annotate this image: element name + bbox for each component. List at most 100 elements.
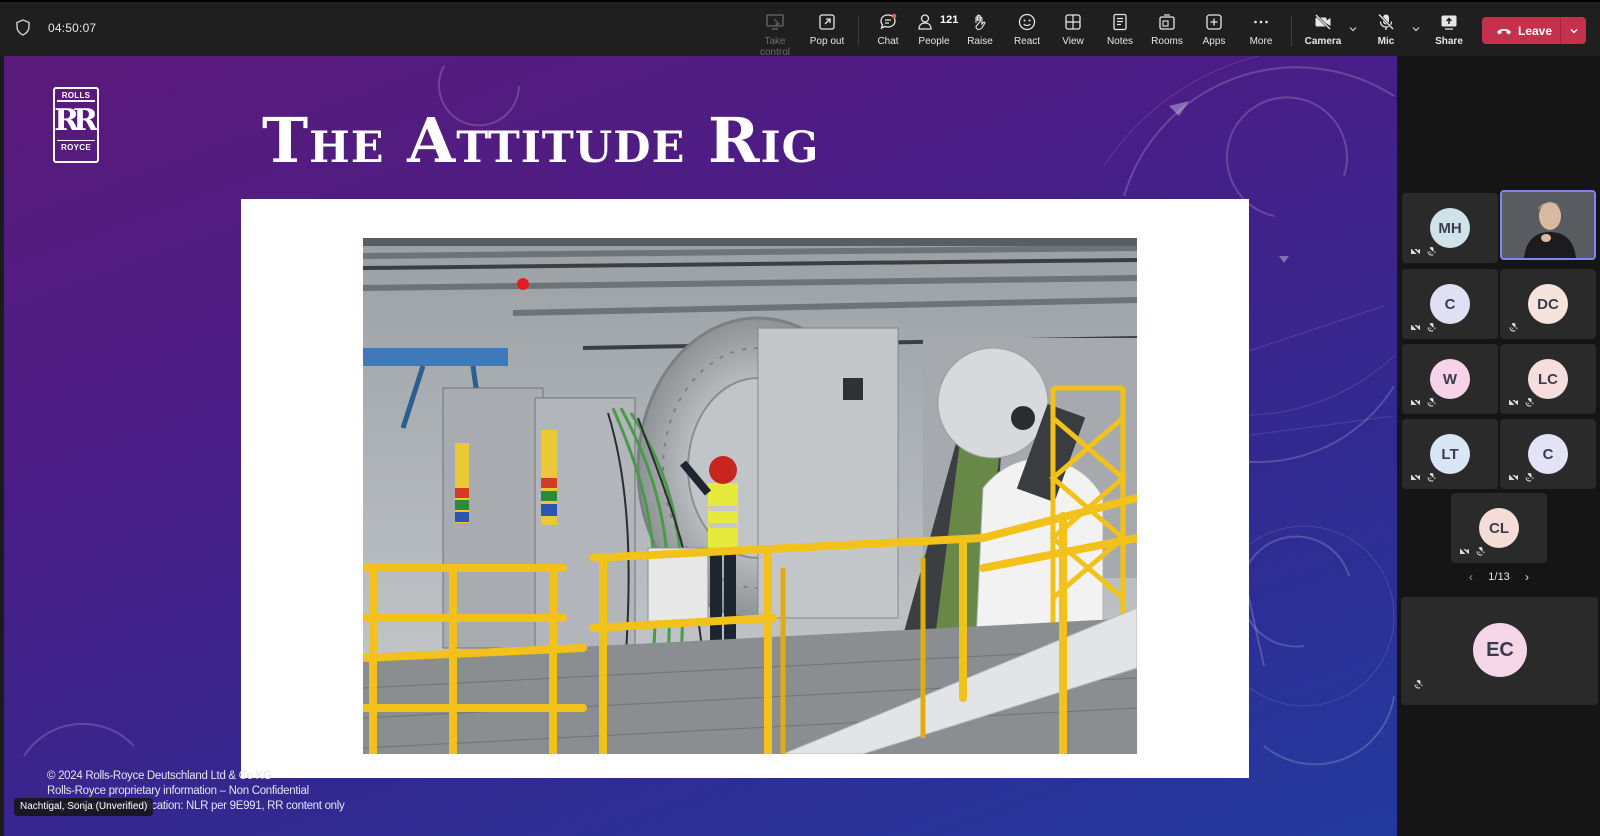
- avatar: W: [1430, 359, 1470, 399]
- meeting-toolbar: 04:50:07 Take control Pop out Chat 121 P…: [0, 0, 1600, 58]
- attitude-rig-illustration: [363, 238, 1137, 754]
- rooms-icon: [1159, 14, 1175, 30]
- camera-label: Camera: [1304, 36, 1342, 47]
- camera-button[interactable]: Camera: [1299, 12, 1347, 47]
- participant-tile[interactable]: C: [1500, 419, 1596, 489]
- presenter-name-label: Nachtigal, Sonja (Unverified): [14, 798, 154, 816]
- notes-button[interactable]: Notes: [1096, 12, 1144, 47]
- tile-status: [1508, 322, 1519, 333]
- tile-status: [1413, 677, 1424, 695]
- mic-off-icon: [1426, 246, 1437, 257]
- share-screen-icon: [1441, 15, 1457, 30]
- mic-button[interactable]: Mic: [1362, 12, 1410, 47]
- mic-options-chevron-icon[interactable]: [1411, 24, 1421, 34]
- participant-tile[interactable]: LC: [1500, 344, 1596, 414]
- view-button[interactable]: View: [1049, 12, 1097, 47]
- logo-rule: [57, 139, 95, 141]
- avatar: LT: [1430, 434, 1470, 474]
- mic-off-icon: [1413, 679, 1424, 690]
- take-control-button[interactable]: Take control: [751, 12, 799, 58]
- meeting-info: 04:50:07: [16, 19, 96, 36]
- mic-off-icon: [1475, 546, 1486, 557]
- slide-title: The Attitude Rig: [262, 104, 820, 177]
- apps-button[interactable]: Apps: [1190, 12, 1238, 47]
- rooms-button[interactable]: Rooms: [1143, 12, 1191, 47]
- participant-tile[interactable]: CL: [1451, 493, 1547, 563]
- mic-label: Mic: [1377, 36, 1395, 47]
- camera-off-icon: [1410, 397, 1421, 408]
- avatar: EC: [1473, 623, 1527, 677]
- leave-button-group: Leave: [1482, 17, 1586, 44]
- more-dots-icon: [1254, 20, 1268, 24]
- smiley-icon: [1018, 13, 1036, 31]
- more-label: More: [1249, 36, 1273, 47]
- camera-off-icon: [1459, 546, 1470, 557]
- shared-content-stage: ROLLS RR ROYCE The Attitude Rig © 2024 R…: [4, 56, 1397, 836]
- participant-tile[interactable]: LT: [1402, 419, 1498, 489]
- mic-off-icon: [1426, 397, 1437, 408]
- rooms-label: Rooms: [1151, 36, 1183, 47]
- camera-off-icon: [1508, 397, 1519, 408]
- logo-monogram: RR: [54, 102, 98, 138]
- people-icon: [918, 14, 932, 30]
- logo-text-bottom: ROYCE: [61, 143, 91, 152]
- raise-hand-button[interactable]: Raise: [956, 12, 1004, 47]
- participant-tile[interactable]: DC: [1500, 269, 1596, 339]
- camera-off-icon: [1410, 472, 1421, 483]
- leave-button[interactable]: Leave: [1482, 17, 1560, 44]
- camera-off-icon: [1410, 322, 1421, 333]
- toolbar-divider: [858, 16, 859, 46]
- mic-off-icon: [1378, 13, 1394, 30]
- rolls-royce-logo: ROLLS RR ROYCE: [53, 87, 99, 163]
- notes-icon: [1113, 13, 1127, 31]
- participant-tile[interactable]: W: [1402, 344, 1498, 414]
- next-page-icon[interactable]: ›: [1525, 570, 1529, 584]
- people-label: People: [918, 36, 950, 47]
- view-label: View: [1062, 36, 1084, 47]
- chevron-down-icon: [1570, 28, 1577, 33]
- participant-tile-large[interactable]: EC: [1401, 597, 1598, 705]
- pop-out-icon: [819, 14, 835, 30]
- proprietary-line: Rolls-Royce proprietary information – No…: [47, 785, 309, 797]
- participant-pager: ‹ 1/13 ›: [1469, 570, 1529, 584]
- mic-off-icon: [1524, 397, 1535, 408]
- toolbar-divider: [1291, 16, 1292, 46]
- leave-options-button[interactable]: [1561, 17, 1586, 44]
- mic-off-icon: [1426, 322, 1437, 333]
- meeting-timer: 04:50:07: [48, 20, 97, 35]
- camera-options-chevron-icon[interactable]: [1348, 24, 1358, 34]
- tile-status: [1459, 546, 1486, 557]
- mic-off-icon: [1426, 472, 1437, 483]
- leave-label: Leave: [1518, 23, 1553, 38]
- tile-status: [1508, 472, 1535, 483]
- react-button[interactable]: React: [1003, 12, 1051, 47]
- camera-off-icon: [1508, 472, 1519, 483]
- page-indicator: 1/13: [1488, 571, 1510, 583]
- previous-page-icon[interactable]: ‹: [1469, 570, 1473, 584]
- tile-status: [1410, 472, 1437, 483]
- chat-button[interactable]: Chat: [864, 12, 912, 47]
- hang-up-icon: [1497, 28, 1511, 34]
- share-label: Share: [1435, 36, 1463, 47]
- participant-tile[interactable]: MH: [1402, 193, 1498, 263]
- people-button[interactable]: 121 People: [910, 12, 958, 47]
- participants-panel: MH C DC W LC LT C CL ‹ 1/13 › EC: [1397, 56, 1600, 836]
- avatar: C: [1528, 434, 1568, 474]
- participant-tile[interactable]: C: [1402, 269, 1498, 339]
- shield-icon[interactable]: [16, 19, 30, 36]
- slide-image-frame: [241, 199, 1249, 778]
- mic-off-icon: [1524, 472, 1535, 483]
- copyright-line: © 2024 Rolls-Royce Deutschland Ltd & Co …: [47, 770, 272, 782]
- logo-text-top: ROLLS: [61, 91, 91, 100]
- more-button[interactable]: More: [1237, 12, 1285, 47]
- participant-tile-active-video[interactable]: [1500, 190, 1596, 260]
- react-label: React: [1013, 36, 1041, 47]
- share-button[interactable]: Share: [1425, 12, 1473, 47]
- chat-label: Chat: [877, 36, 899, 47]
- avatar: MH: [1430, 208, 1470, 248]
- add-app-icon: [1206, 14, 1222, 30]
- camera-off-icon: [1410, 246, 1421, 257]
- pop-out-button[interactable]: Pop out: [803, 12, 851, 47]
- apps-label: Apps: [1202, 36, 1226, 47]
- pop-out-label: Pop out: [809, 36, 845, 47]
